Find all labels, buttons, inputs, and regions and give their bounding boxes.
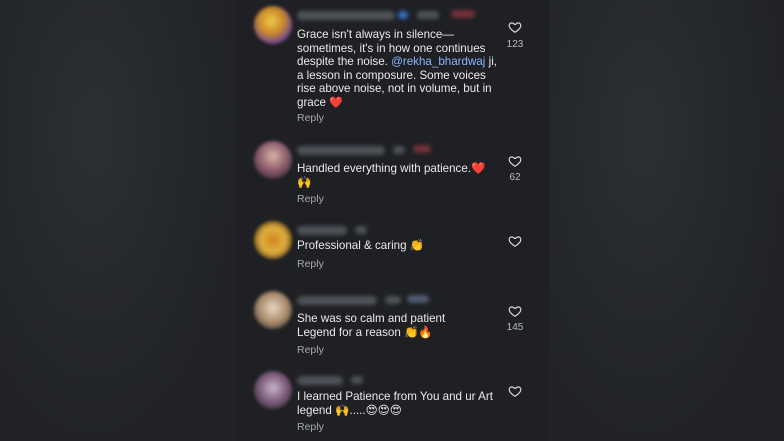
blurred-background-right [549,0,784,441]
reply-button[interactable]: Reply [297,258,324,270]
reply-button[interactable]: Reply [297,344,324,356]
heart-outline-icon [508,156,522,167]
reply-button[interactable]: Reply [297,112,324,124]
badge-blurred [398,11,408,19]
timestamp-blurred [417,11,439,19]
like-count: 145 [506,322,524,333]
comment-text: Grace isn't always in silence—sometimes,… [297,28,497,110]
author-liked-badge [451,10,475,18]
author-liked-badge [407,295,429,303]
avatar[interactable] [254,6,292,44]
comments-panel[interactable]: Grace isn't always in silence—sometimes,… [235,0,549,441]
comment-text: Professional & caring 👏 [297,239,425,252]
reply-button[interactable]: Reply [297,193,324,205]
red-heart-emoji: ❤️ [329,96,343,109]
timestamp-blurred [355,226,367,234]
mention-link[interactable]: @rekha_bhardwaj [391,55,485,68]
avatar[interactable] [254,371,292,409]
timestamp-blurred [351,376,363,384]
like-count: 123 [506,39,524,50]
timestamp-blurred [393,146,405,154]
username-blurred[interactable] [297,11,395,20]
comment-text: I learned Patience from You and ur Art l… [297,390,493,417]
heart-outline-icon [508,386,522,397]
username-blurred[interactable] [297,146,385,155]
like-button[interactable] [508,234,522,248]
author-liked-badge [413,145,431,153]
like-button[interactable] [508,154,522,168]
comment-text: She was so calm and patient Legend for a… [297,312,446,339]
like-button[interactable] [508,304,522,318]
reply-button[interactable]: Reply [297,421,324,433]
username-blurred[interactable] [297,296,377,305]
comment-text: Handled everything with patience.❤️🙌 [297,162,486,189]
heart-outline-icon [508,22,522,33]
heart-outline-icon [508,306,522,317]
like-button[interactable] [508,20,522,34]
timestamp-blurred [385,296,401,304]
avatar[interactable] [254,221,292,259]
avatar[interactable] [254,291,292,329]
avatar[interactable] [254,141,292,179]
username-blurred[interactable] [297,226,347,235]
like-count: 62 [509,172,521,183]
username-blurred[interactable] [297,376,343,385]
heart-outline-icon [508,236,522,247]
like-button[interactable] [508,384,522,398]
blurred-background-left [0,0,235,441]
